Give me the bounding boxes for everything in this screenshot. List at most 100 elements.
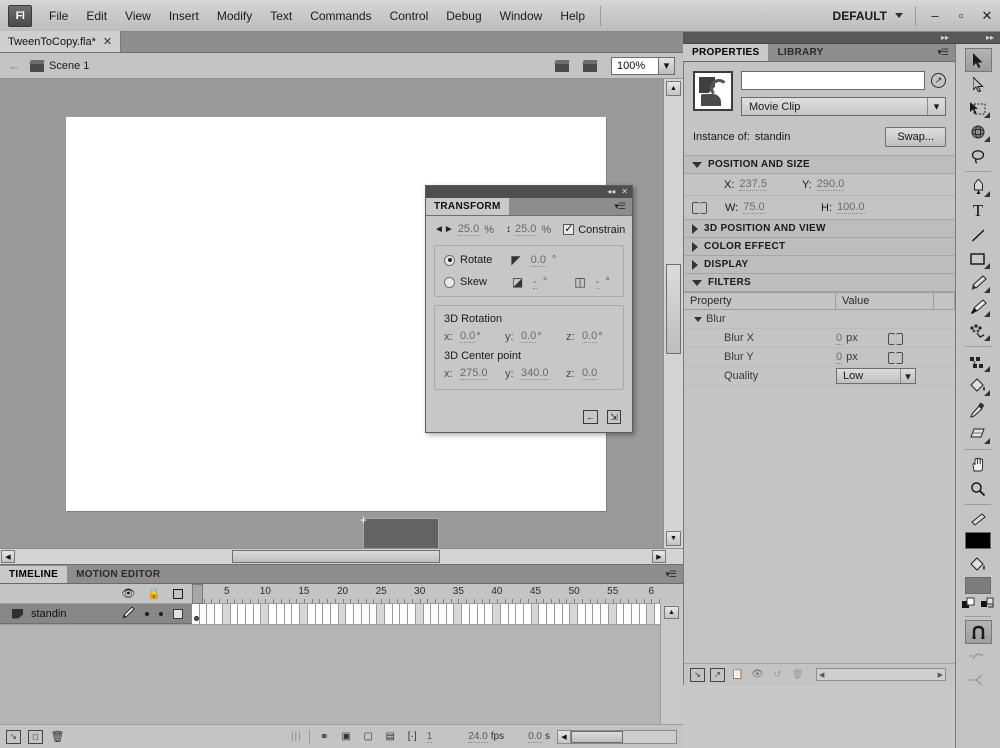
transform-panel[interactable]: ◂◂ ✕ TRANSFORM ▾☰ ◄► 25.0 % ↕ 25.0 % Con… bbox=[425, 185, 633, 433]
paint-bucket-tool[interactable] bbox=[965, 374, 992, 398]
edit-scene-icon[interactable] bbox=[555, 60, 569, 72]
frame-cell[interactable] bbox=[323, 604, 331, 624]
tab-transform[interactable]: TRANSFORM bbox=[426, 198, 509, 215]
free-transform-tool[interactable] bbox=[965, 96, 992, 120]
lock-icon[interactable]: 🔒 bbox=[147, 587, 161, 600]
tab-motion-editor[interactable]: MOTION EDITOR bbox=[67, 566, 169, 583]
frame-cell[interactable] bbox=[547, 604, 555, 624]
skew-vertical-value[interactable]: - bbox=[595, 276, 600, 289]
h-value[interactable]: 100.0 bbox=[837, 201, 865, 214]
skew-horizontal-value[interactable]: - bbox=[533, 276, 537, 289]
frame-cell[interactable] bbox=[585, 604, 594, 624]
preset-filter-icon[interactable]: ↗ bbox=[710, 667, 725, 682]
zoom-level-combo[interactable]: 100% ▾ bbox=[611, 56, 675, 75]
collapse-tools-icon[interactable]: ▸▸ bbox=[986, 33, 994, 42]
selected-movieclip-instance[interactable] bbox=[363, 518, 439, 548]
enable-filter-icon[interactable]: 👁 bbox=[750, 668, 765, 682]
fill-color-swatch[interactable] bbox=[965, 577, 991, 594]
close-icon[interactable]: ✕ bbox=[621, 188, 628, 196]
timeline-vertical-scrollbar[interactable]: ▲ ▼ bbox=[660, 604, 683, 744]
scroll-up-button[interactable]: ▲ bbox=[666, 81, 681, 96]
frame-cell[interactable] bbox=[292, 604, 301, 624]
scroll-right-button[interactable]: ▶ bbox=[652, 550, 666, 563]
reset-filter-icon[interactable]: ↺ bbox=[770, 668, 785, 682]
new-folder-icon[interactable]: ◻ bbox=[28, 729, 43, 744]
hand-tool[interactable] bbox=[965, 453, 992, 477]
rotate-value[interactable]: 0.0 bbox=[530, 254, 546, 267]
filter-row-blur-y[interactable]: Blur Y 0 px bbox=[684, 348, 955, 367]
document-tab[interactable]: TweenToCopy.fla* ✕ bbox=[0, 31, 122, 52]
panel-menu-icon[interactable]: ▾☰ bbox=[930, 44, 955, 61]
duplicate-transform-icon[interactable]: ⇲ bbox=[607, 410, 621, 424]
3d-center-z-value[interactable]: 0.0 bbox=[581, 367, 598, 380]
line-tool[interactable] bbox=[965, 223, 992, 247]
frame-strip[interactable] bbox=[192, 604, 660, 624]
trash-icon[interactable]: 🗑 bbox=[50, 730, 65, 744]
frame-cell[interactable] bbox=[578, 604, 586, 624]
column-value[interactable]: Value bbox=[836, 293, 934, 309]
section-3d-position-and-view[interactable]: 3D POSITION AND VIEW bbox=[684, 220, 955, 238]
modify-markers-icon[interactable]: [·] bbox=[405, 730, 420, 744]
timeline-empty-area[interactable] bbox=[0, 624, 660, 724]
close-button[interactable]: ✕ bbox=[974, 4, 1000, 28]
frame-cell[interactable] bbox=[485, 604, 494, 624]
menu-commands[interactable]: Commands bbox=[301, 6, 380, 26]
frame-cell[interactable] bbox=[516, 604, 524, 624]
filter-row-blur-x[interactable]: Blur X 0 px bbox=[684, 329, 955, 348]
vertical-scroll-thumb[interactable] bbox=[666, 264, 681, 354]
onion-skin-icon[interactable]: ▣ bbox=[339, 730, 354, 744]
scene-name-label[interactable]: Scene 1 bbox=[49, 60, 89, 72]
close-icon[interactable]: ✕ bbox=[103, 35, 112, 48]
frame-cell[interactable] bbox=[554, 604, 563, 624]
filter-row-quality[interactable]: Quality Low ▾ bbox=[684, 367, 955, 386]
frame-cell[interactable] bbox=[423, 604, 432, 624]
tab-library[interactable]: LIBRARY bbox=[768, 44, 832, 61]
skew-radio[interactable] bbox=[444, 276, 455, 288]
frame-cell[interactable] bbox=[354, 604, 362, 624]
frame-cell[interactable] bbox=[400, 604, 409, 624]
tool-flyout-icon[interactable] bbox=[983, 438, 990, 444]
column-property[interactable]: Property bbox=[684, 293, 836, 309]
blur-x-value[interactable]: 0 bbox=[836, 332, 843, 345]
frame-cell[interactable] bbox=[338, 604, 347, 624]
section-color-effect[interactable]: COLOR EFFECT bbox=[684, 238, 955, 256]
pencil-tool[interactable] bbox=[965, 271, 992, 295]
horizontal-scroll-thumb[interactable] bbox=[232, 550, 440, 563]
tool-flyout-icon[interactable] bbox=[983, 335, 990, 341]
x-value[interactable]: 237.5 bbox=[739, 178, 767, 191]
menu-modify[interactable]: Modify bbox=[208, 6, 261, 26]
stage-horizontal-scrollbar[interactable]: ◀ ▶ bbox=[0, 548, 683, 564]
section-display[interactable]: DISPLAY bbox=[684, 256, 955, 274]
menu-debug[interactable]: Debug bbox=[437, 6, 490, 26]
layer-row-standin[interactable]: standin bbox=[0, 604, 192, 624]
instance-name-input[interactable] bbox=[741, 71, 925, 90]
edit-symbol-icon[interactable]: ↗ bbox=[931, 73, 946, 88]
lock-aspect-ratio-icon[interactable] bbox=[692, 200, 707, 215]
frame-cell[interactable] bbox=[261, 604, 270, 624]
link-xy-icon[interactable] bbox=[887, 331, 903, 346]
frame-cell[interactable] bbox=[639, 604, 648, 624]
swap-button[interactable]: Swap... bbox=[885, 127, 946, 147]
frame-cell[interactable] bbox=[539, 604, 548, 624]
frame-cell[interactable] bbox=[508, 604, 517, 624]
add-filter-icon[interactable]: ↘ bbox=[690, 667, 705, 682]
tool-flyout-icon[interactable] bbox=[983, 191, 990, 197]
scroll-left-button[interactable]: ◀ bbox=[1, 550, 15, 563]
frame-cell[interactable] bbox=[415, 604, 424, 624]
chevron-down-icon[interactable]: ▾ bbox=[658, 57, 674, 74]
h-field[interactable]: H: 100.0 bbox=[821, 201, 899, 214]
stroke-color-swatch[interactable] bbox=[965, 532, 991, 549]
resize-grip-icon[interactable]: ||| bbox=[291, 731, 302, 742]
frame-cell[interactable] bbox=[531, 604, 540, 624]
frame-cell[interactable] bbox=[253, 604, 262, 624]
brush-tool[interactable] bbox=[965, 295, 992, 319]
clipboard-filter-icon[interactable]: 📋 bbox=[730, 668, 745, 682]
elapsed-time-value[interactable]: 0.0 bbox=[528, 731, 542, 743]
scroll-up-button[interactable]: ▲ bbox=[664, 606, 679, 619]
filters-horizontal-scrollbar[interactable]: ◀ ▶ bbox=[816, 668, 946, 681]
tool-flyout-icon[interactable] bbox=[983, 390, 990, 396]
flash-logo-icon[interactable]: Fl bbox=[8, 4, 32, 27]
x-field[interactable]: X: 237.5 bbox=[724, 178, 802, 191]
tool-flyout-icon[interactable] bbox=[983, 263, 990, 269]
frame-cell[interactable] bbox=[222, 604, 231, 624]
